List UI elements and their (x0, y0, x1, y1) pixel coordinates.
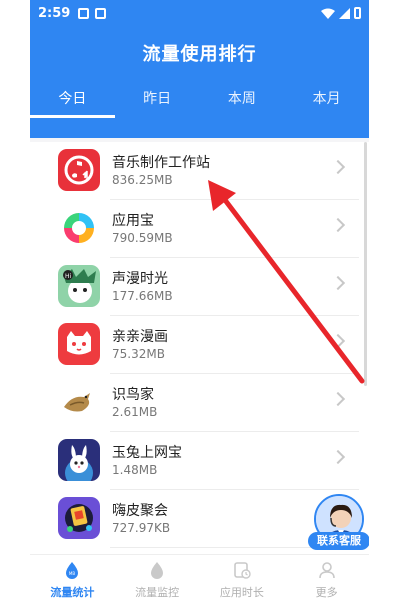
app-usage: 1.48MB (112, 463, 158, 477)
chevron-right-icon (330, 333, 346, 349)
nav-traffic-monitor[interactable]: 流量监控 (115, 555, 200, 600)
contact-support-button[interactable]: 联系客服 (308, 494, 369, 556)
music-studio-icon (58, 149, 100, 191)
list-item[interactable]: 音乐制作工作站 836.25MB (30, 142, 369, 200)
app-usage: 2.61MB (112, 405, 158, 419)
chevron-right-icon (330, 159, 346, 175)
svg-text:MB: MB (69, 571, 75, 576)
party-icon (58, 497, 100, 539)
chevron-right-icon (330, 391, 346, 407)
page-title: 流量使用排行 (142, 44, 257, 65)
app-name: 声漫时光 (112, 271, 168, 287)
tab-this-month[interactable]: 本月 (284, 86, 369, 138)
status-bar: 2:59 (30, 0, 369, 26)
list-item[interactable]: 亲亲漫画 75.32MB (30, 316, 369, 374)
nav-label: 流量统计 (50, 586, 95, 599)
nav-app-time[interactable]: 应用时长 (200, 555, 285, 600)
nav-label: 更多 (315, 586, 338, 599)
app-usage: 75.32MB (112, 347, 165, 361)
app-notification-icon (95, 7, 107, 19)
app-usage: 177.66MB (112, 289, 173, 303)
list-item[interactable]: 识鸟家 2.61MB (30, 374, 369, 432)
support-label: 联系客服 (308, 532, 369, 550)
tab-yesterday[interactable]: 昨日 (115, 86, 200, 138)
list-item[interactable]: Hi 声漫时光 177.66MB (30, 258, 369, 316)
traffic-stats-icon: MB (66, 562, 79, 579)
chevron-right-icon (330, 449, 346, 465)
active-tab-indicator (30, 115, 115, 118)
app-name: 应用宝 (112, 213, 154, 229)
voice-comic-icon: Hi (58, 265, 100, 307)
svg-text:Hi: Hi (65, 273, 72, 280)
comic-cat-icon (58, 323, 100, 365)
battery-icon (354, 7, 361, 19)
tab-today[interactable]: 今日 (30, 86, 115, 138)
app-header: 流量使用排行 今日 昨日 本周 本月 (30, 26, 369, 138)
list-item[interactable]: 应用宝 790.59MB (30, 200, 369, 258)
tab-this-week[interactable]: 本周 (200, 86, 285, 138)
nav-more[interactable]: 更多 (284, 555, 369, 600)
nav-label: 应用时长 (219, 586, 264, 599)
list-scrollbar[interactable] (364, 142, 367, 386)
app-usage: 836.25MB (112, 173, 173, 187)
chevron-right-icon (330, 275, 346, 291)
app-time-icon (234, 562, 251, 579)
traffic-monitor-icon (151, 562, 164, 579)
app-name: 亲亲漫画 (112, 329, 168, 345)
nav-label: 流量监控 (135, 586, 180, 599)
app-usage-list: 音乐制作工作站 836.25MB 应用宝 790.59MB Hi 声漫时光 17… (30, 142, 369, 554)
bottom-navigation: MB 流量统计 流量监控 应用时长 更多 (30, 554, 369, 600)
phone-screen: 2:59 流量使用排行 今日 昨日 本周 本月 音乐制作工作站 836.25MB (30, 0, 369, 600)
app-name: 音乐制作工作站 (112, 155, 210, 171)
app-usage: 790.59MB (112, 231, 173, 245)
signal-icon (339, 7, 350, 19)
period-tabs: 今日 昨日 本周 本月 (30, 86, 369, 138)
app-store-icon (58, 207, 100, 249)
rabbit-icon (58, 439, 100, 481)
gallery-notification-icon (78, 7, 90, 19)
chevron-right-icon (330, 217, 346, 233)
list-item[interactable]: 玉兔上网宝 1.48MB (30, 432, 369, 490)
app-name: 识鸟家 (112, 387, 154, 403)
more-icon (318, 562, 335, 579)
wifi-icon (321, 8, 335, 19)
app-usage: 727.97KB (112, 521, 171, 535)
bird-icon (58, 381, 100, 423)
nav-traffic-stats[interactable]: MB 流量统计 (30, 555, 115, 600)
app-name: 嗨皮聚会 (112, 503, 168, 519)
app-name: 玉兔上网宝 (112, 445, 182, 461)
status-time: 2:59 (38, 5, 71, 21)
